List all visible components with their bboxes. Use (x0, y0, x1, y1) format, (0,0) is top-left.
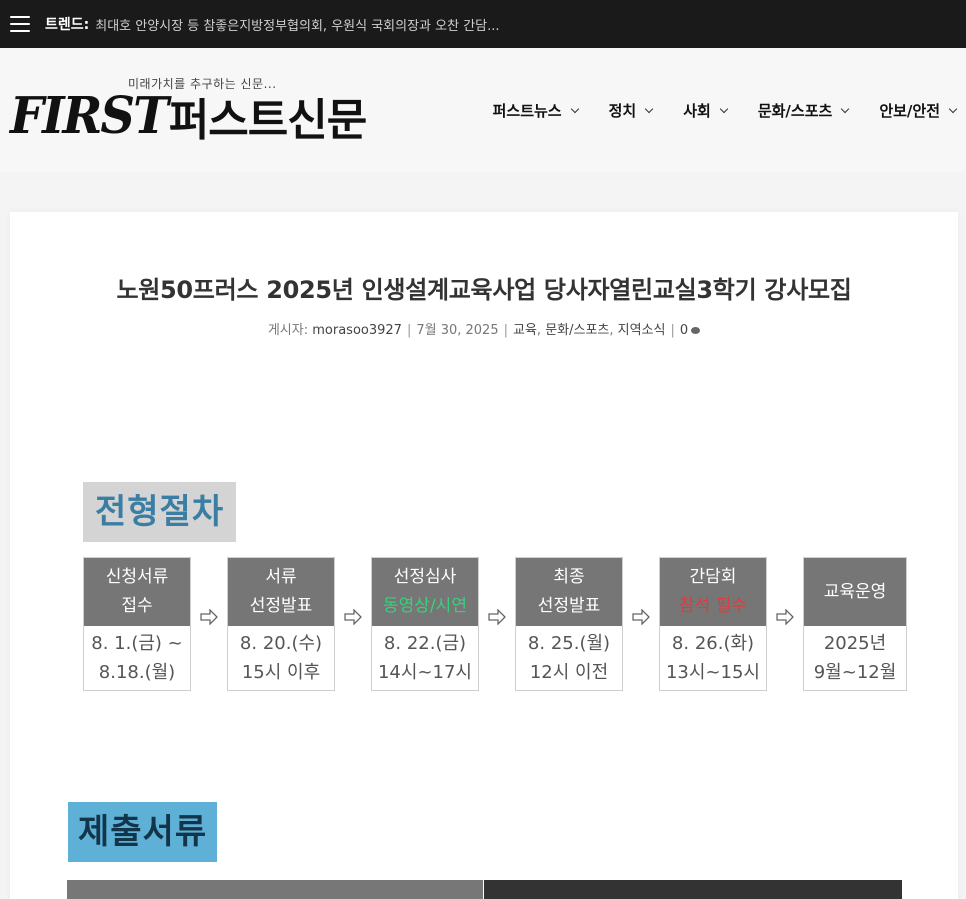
meta-divider: | (670, 323, 675, 338)
site-header: 미래가치를 추구하는 신문... FIRST 퍼스트신문 퍼스트뉴스 정치 사회… (0, 48, 966, 172)
step-header: 교육운영 (804, 558, 906, 626)
nav-label: 안보/안전 (879, 102, 940, 120)
right-arrow-icon (776, 609, 794, 625)
section-title-required-documents: 제출서류 (68, 802, 218, 862)
nav-item-politics[interactable]: 정치 (608, 100, 654, 121)
trend-headline-link[interactable]: 최대호 안양시장 등 참좋은지방정부협의회, 우원식 국회의장과 오찬 간담..… (95, 15, 499, 34)
trend-label: 트렌드: (45, 17, 90, 33)
step-head-line: 교육운영 (823, 581, 887, 602)
step-header: 최종선정발표 (516, 558, 622, 626)
step-head-line: 서류 (265, 567, 297, 587)
process-step: 신청서류접수 8. 1.(금) ~ 8.18.(월) (83, 557, 191, 691)
step-body-line: 8. 26.(화) (671, 633, 755, 654)
nav-item-culture-sports[interactable]: 문화/스포츠 (757, 100, 850, 121)
nav-label: 정치 (608, 102, 637, 120)
step-head-line: 간담회 (689, 567, 737, 587)
right-arrow-icon (632, 609, 650, 625)
nav-item-first-news[interactable]: 퍼스트뉴스 (492, 100, 579, 121)
step-head-line-highlight: 참석 필수 (679, 596, 747, 616)
step-header: 신청서류접수 (84, 558, 190, 626)
step-head-line-highlight: 동영상/시연 (383, 596, 467, 616)
step-schedule: 8. 25.(월) 12시 이전 (516, 626, 622, 690)
article-card: 노원50프러스 2025년 인생설계교육사업 당사자열린교실3학기 강사모집 게… (10, 212, 958, 899)
step-body-line: 14시~17시 (377, 662, 472, 683)
step-header: 선정심사동영상/시연 (372, 558, 478, 626)
comment-count-link[interactable]: 0 (679, 323, 701, 338)
meta-divider: | (406, 323, 412, 338)
step-body-line: 9월~12월 (813, 662, 897, 683)
section-title-selection-process: 전형절차 (83, 482, 237, 542)
process-step: 서류선정발표 8. 20.(수) 15시 이후 (227, 557, 335, 691)
process-step: 간담회참석 필수 8. 26.(화) 13시~15시 (659, 557, 767, 691)
menu-icon[interactable] (10, 16, 30, 32)
chevron-down-icon (719, 104, 729, 113)
article-meta: 게시자: morasoo3927 | 7월 30, 2025 | 교육, 문화/스포츠,… (10, 319, 958, 338)
trend-bar: 트렌드: 최대호 안양시장 등 참좋은지방정부협의회, 우원식 국회의장과 오찬… (0, 0, 966, 48)
right-arrow-icon (488, 609, 506, 625)
author-link[interactable]: morasoo3927 (312, 323, 402, 338)
category-link-local-news[interactable]: 지역소식 (618, 323, 666, 338)
step-header: 간담회참석 필수 (660, 558, 766, 626)
comment-icon (691, 327, 701, 334)
nav-label: 퍼스트뉴스 (492, 102, 562, 120)
step-body-line: 13시~15시 (665, 662, 760, 683)
right-arrow-icon (200, 609, 218, 625)
main-nav: 퍼스트뉴스 정치 사회 문화/스포츠 안보/안전 (493, 100, 966, 121)
nav-item-security[interactable]: 안보/안전 (879, 100, 958, 121)
table-header-cell (484, 880, 902, 899)
step-body-line: 8. 1.(금) ~ (91, 633, 183, 654)
chevron-down-icon (644, 104, 654, 113)
post-date: 7월 30, 2025 (416, 323, 499, 338)
step-body-line: 2025년 (823, 633, 887, 654)
step-head-line: 신청서류 (105, 567, 169, 587)
step-schedule: 8. 26.(화) 13시~15시 (660, 626, 766, 690)
step-schedule: 2025년 9월~12월 (804, 626, 906, 690)
category-link-culture-sports[interactable]: 문화/스포츠 (545, 323, 609, 338)
step-body-line: 15시 이후 (241, 662, 321, 683)
step-body-line: 8. 25.(월) (527, 633, 611, 654)
process-step: 최종선정발표 8. 25.(월) 12시 이전 (515, 557, 623, 691)
step-body-line: 12시 이전 (529, 662, 609, 683)
step-head-line: 최종 (553, 567, 585, 587)
step-head-line: 접수 (121, 596, 153, 616)
process-step: 선정심사동영상/시연 8. 22.(금) 14시~17시 (371, 557, 479, 691)
step-body-line: 8. 22.(금) (383, 633, 467, 654)
step-body-line: 8. 20.(수) (239, 633, 323, 654)
article-title: 노원50프러스 2025년 인생설계교육사업 당사자열린교실3학기 강사모집 (116, 276, 852, 304)
step-head-line: 선정심사 (393, 567, 457, 587)
nav-label: 사회 (683, 102, 711, 120)
chevron-down-icon (570, 104, 579, 113)
category-link-education[interactable]: 교육 (513, 323, 537, 338)
step-schedule: 8. 22.(금) 14시~17시 (372, 626, 478, 690)
chevron-down-icon (841, 104, 850, 113)
step-head-line: 선정발표 (537, 596, 601, 616)
step-header: 서류선정발표 (228, 558, 334, 626)
by-label: 게시자: (267, 323, 309, 338)
process-step: 교육운영 2025년 9월~12월 (803, 557, 907, 691)
logo-latin: FIRST (10, 86, 169, 146)
table-header-cell (67, 880, 484, 899)
step-head-line: 선정발표 (249, 596, 313, 616)
step-body-line: 8.18.(월) (98, 662, 176, 683)
step-schedule: 8. 20.(수) 15시 이후 (228, 626, 334, 690)
logo-korean: 퍼스트신문 (168, 95, 367, 146)
nav-label: 문화/스포츠 (757, 102, 833, 120)
right-arrow-icon (344, 609, 362, 625)
comment-count: 0 (679, 323, 689, 338)
nav-item-society[interactable]: 사회 (683, 100, 729, 121)
site-logo[interactable]: FIRST 퍼스트신문 (10, 86, 367, 146)
documents-table-header (67, 880, 902, 899)
step-schedule: 8. 1.(금) ~ 8.18.(월) (84, 626, 190, 690)
process-steps: 신청서류접수 8. 1.(금) ~ 8.18.(월) 서류선정발표 8. 20.(… (83, 557, 907, 691)
meta-divider: | (503, 323, 508, 338)
chevron-down-icon (948, 104, 958, 113)
